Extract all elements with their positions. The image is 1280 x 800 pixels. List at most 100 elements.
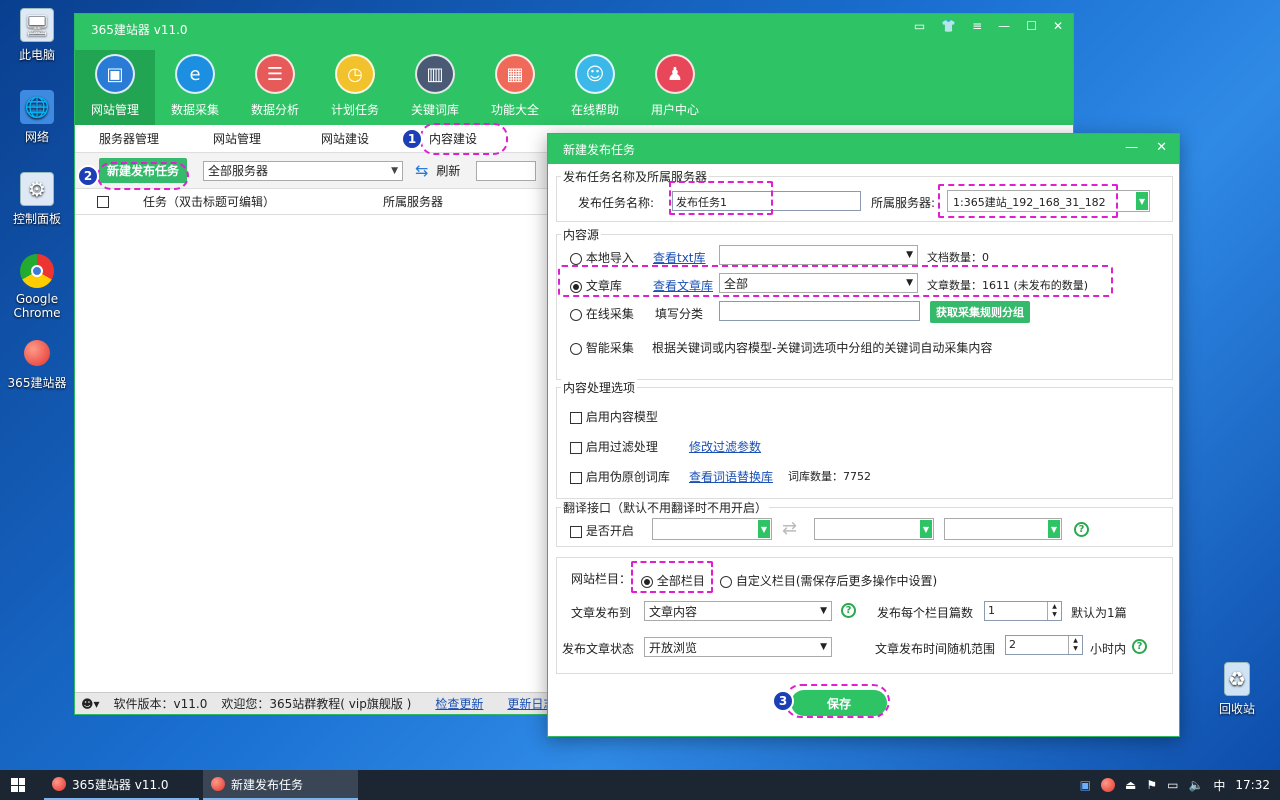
category-input[interactable] [719, 301, 920, 321]
radio-button[interactable] [720, 575, 732, 588]
toolbar-keyword-library[interactable]: ▥ 关键词库 [395, 50, 475, 125]
volume-icon[interactable]: 🔈 [1188, 778, 1203, 792]
task-name-input[interactable]: 发布任务1 [672, 191, 861, 211]
option-filter[interactable]: 启用过滤处理 [570, 438, 658, 455]
check-update-link[interactable]: 检查更新 [435, 695, 483, 712]
help-icon[interactable]: ? [1132, 639, 1147, 654]
message-icon[interactable]: ▭ [914, 19, 925, 33]
option-translate-enable[interactable]: 是否开启 [570, 522, 634, 539]
help-icon[interactable]: ? [841, 603, 856, 618]
option-content-model[interactable]: 启用内容模型 [570, 408, 658, 425]
txt-select[interactable]: ▼ [719, 245, 918, 265]
toolbar-data-collection[interactable]: e 数据采集 [155, 50, 235, 125]
radio-button[interactable] [641, 575, 653, 588]
filter-params-link[interactable]: 修改过滤参数 [689, 438, 761, 455]
status-user-icon[interactable]: ☻▾ [81, 697, 100, 711]
taskbar-item-dialog[interactable]: 新建发布任务 [203, 770, 358, 800]
tray-app-icon[interactable]: ▣ [1080, 778, 1091, 792]
desktop-icon-365[interactable]: 365建站器 [2, 336, 72, 391]
radio-button[interactable] [570, 252, 582, 265]
desktop-icon-control-panel[interactable]: ⚙ 控制面板 [2, 172, 72, 227]
radio-button[interactable] [570, 280, 582, 293]
start-button[interactable] [0, 770, 36, 800]
replace-library-link[interactable]: 查看词语替换库 [689, 468, 773, 485]
radio-smart-collect[interactable]: 智能采集 [570, 339, 634, 356]
toolbar-site-management[interactable]: ▣ 网站管理 [75, 50, 155, 125]
minimize-icon[interactable]: — [1125, 140, 1138, 155]
toolbar-scheduled-tasks[interactable]: ◷ 计划任务 [315, 50, 395, 125]
toolbar-user-center[interactable]: ♟ 用户中心 [635, 50, 715, 125]
stepper-arrows-icon[interactable]: ▲ ▼ [1047, 602, 1061, 620]
option-pseudo-original[interactable]: 启用伪原创词库 [570, 468, 670, 485]
settings-icon[interactable]: ≡ [972, 19, 982, 33]
library-select[interactable]: 全部 ▼ [719, 273, 918, 293]
minimize-icon[interactable]: — [998, 19, 1010, 33]
radio-custom-columns[interactable]: 自定义栏目(需保存后更多操作中设置) [720, 572, 937, 589]
status-select[interactable]: 开放浏览 ▼ [644, 637, 832, 657]
apple-icon[interactable] [1100, 778, 1115, 792]
network-icon[interactable]: ▭ [1167, 778, 1178, 792]
control-panel-icon: ⚙ [20, 172, 54, 206]
group-legend: 发布任务名称及所属服务器 [561, 168, 710, 185]
content-model-label: 启用内容模型 [585, 410, 658, 424]
desktop-icon-chrome[interactable]: Google Chrome [2, 254, 72, 320]
save-button[interactable]: 保存 [791, 690, 887, 716]
radio-button[interactable] [570, 342, 582, 355]
security-icon[interactable]: ⚑ [1146, 778, 1157, 792]
group-legend: 翻译接口（默认不用翻译时不用开启） [561, 499, 770, 516]
random-range-stepper[interactable]: 2 ▲ ▼ [1005, 635, 1083, 655]
toolbar-data-analysis[interactable]: ☰ 数据分析 [235, 50, 315, 125]
lexicon-count: 词库数量：7752 [788, 470, 871, 483]
desktop-icon-label: 控制面板 [12, 212, 61, 226]
usb-icon[interactable]: ⏏ [1125, 778, 1136, 792]
refresh-button[interactable]: 刷新 [436, 162, 460, 179]
taskbar-item-label: 新建发布任务 [231, 777, 304, 792]
select-all-checkbox[interactable] [97, 195, 109, 208]
radio-local-import[interactable]: 本地导入 [570, 249, 634, 266]
toolbar-online-help[interactable]: ☺ 在线帮助 [555, 50, 635, 125]
desktop-icon-recycle-bin[interactable]: ♻ 回收站 [1202, 662, 1272, 717]
translate-mid-select[interactable]: ▼ [814, 518, 934, 540]
view-library-link[interactable]: 查看文章库 [653, 277, 713, 294]
close-icon[interactable]: ✕ [1053, 19, 1063, 33]
checkbox[interactable] [570, 471, 582, 484]
tab-site-building[interactable]: 网站建设 [291, 130, 399, 147]
maximize-icon[interactable]: ☐ [1026, 19, 1037, 33]
translate-source-select[interactable]: ▼ [652, 518, 772, 540]
new-task-button[interactable]: 新建发布任务 [99, 158, 188, 183]
checkbox[interactable] [570, 525, 582, 538]
skin-icon[interactable]: 👕 [941, 19, 956, 33]
refresh-icon[interactable]: ⇆ [415, 161, 428, 180]
dialog-title: 新建发布任务 [563, 142, 636, 157]
per-column-stepper[interactable]: 1 ▲ ▼ [984, 601, 1062, 621]
publish-to-select[interactable]: 文章内容 ▼ [644, 601, 832, 621]
search-input[interactable] [476, 160, 537, 181]
get-rules-button[interactable]: 获取采集规则分组 [930, 301, 1030, 323]
toolbar-label: 数据分析 [250, 103, 299, 117]
ime-indicator[interactable]: 中 [1213, 777, 1225, 794]
toolbar-all-features[interactable]: ▦ 功能大全 [475, 50, 555, 125]
stepper-arrows-icon[interactable]: ▲ ▼ [1068, 636, 1082, 654]
taskbar-item-app[interactable]: 365建站器 v11.0 [44, 770, 199, 800]
edge-icon: e [175, 54, 215, 94]
tab-server-management[interactable]: 服务器管理 [75, 130, 183, 147]
computer-icon: 🖥 [20, 8, 54, 42]
close-icon[interactable]: ✕ [1156, 140, 1167, 155]
checkbox[interactable] [570, 411, 582, 424]
translate-target-select[interactable]: ▼ [944, 518, 1062, 540]
server-filter-select[interactable]: 全部服务器 ▼ [203, 160, 404, 181]
desktop-icon-network[interactable]: 🌐 网络 [2, 90, 72, 145]
radio-all-columns[interactable]: 全部栏目 [641, 572, 705, 589]
radio-article-library[interactable]: 文章库 [570, 277, 622, 294]
clock[interactable]: 17:32 [1235, 778, 1270, 792]
tab-site-management[interactable]: 网站管理 [183, 130, 291, 147]
help-icon[interactable]: ? [1074, 522, 1089, 537]
view-txt-link[interactable]: 查看txt库 [653, 249, 706, 266]
group-content-processing: 内容处理选项 启用内容模型 启用过滤处理 修改过滤参数 启用伪原创词库 查看词语… [556, 379, 1173, 499]
swap-icon[interactable]: ⇄ [782, 518, 797, 539]
radio-button[interactable] [570, 308, 582, 321]
server-select[interactable]: 1:365建站_192_168_31_182 ▼ [947, 190, 1150, 212]
checkbox[interactable] [570, 441, 582, 454]
radio-online-collect[interactable]: 在线采集 [570, 305, 634, 322]
desktop-icon-computer[interactable]: 🖥 此电脑 [2, 8, 72, 63]
